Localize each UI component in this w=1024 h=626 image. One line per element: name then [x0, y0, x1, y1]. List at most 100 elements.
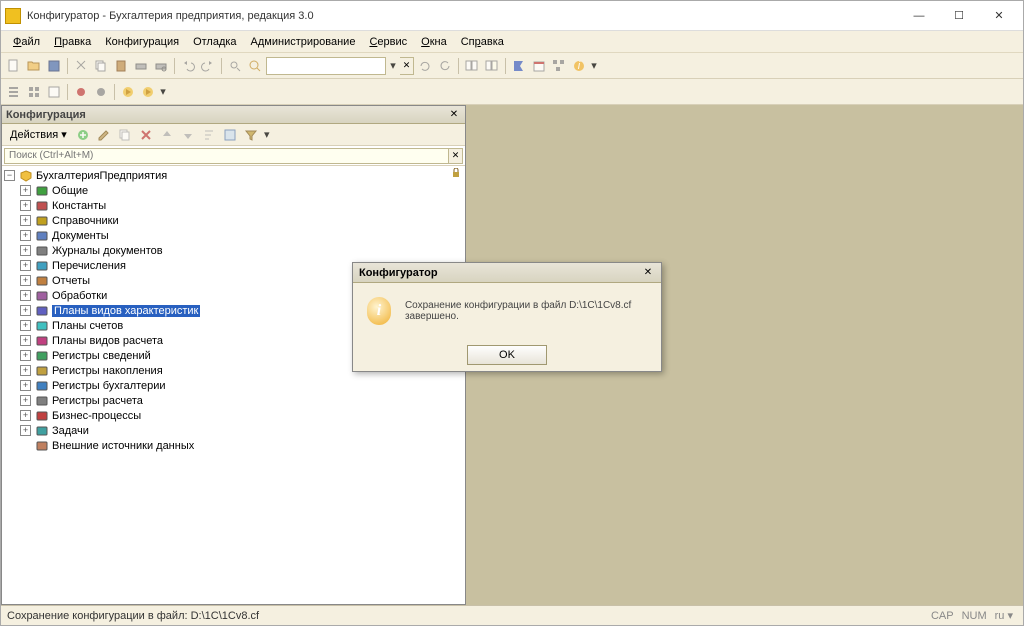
toolbar-separator — [221, 58, 222, 74]
run-icon[interactable] — [119, 83, 137, 101]
copy-icon[interactable] — [92, 57, 110, 75]
reports-icon — [35, 274, 49, 288]
properties-icon[interactable] — [221, 126, 239, 144]
find-icon[interactable] — [226, 57, 244, 75]
actions-dropdown[interactable]: Действия ▾ — [6, 127, 71, 142]
tree-search-input[interactable] — [4, 148, 449, 164]
filter-icon[interactable] — [242, 126, 260, 144]
search-clear-icon[interactable]: ✕ — [449, 148, 463, 164]
maximize-button[interactable]: ☐ — [939, 5, 979, 27]
add-icon[interactable] — [74, 126, 92, 144]
info-registers-icon — [35, 349, 49, 363]
status-lang[interactable]: ru ▾ — [991, 609, 1017, 622]
info-icon[interactable]: i — [570, 57, 588, 75]
menu-windows[interactable]: Окна — [415, 34, 453, 50]
save-icon[interactable] — [45, 57, 63, 75]
expand-icon[interactable]: + — [20, 260, 31, 271]
print-preview-icon[interactable] — [152, 57, 170, 75]
close-button[interactable]: ✕ — [979, 5, 1019, 27]
tree-item[interactable]: + Регистры расчета — [2, 393, 465, 408]
cut-icon[interactable] — [72, 57, 90, 75]
menu-edit[interactable]: Правка — [48, 34, 97, 50]
delete-icon[interactable] — [137, 126, 155, 144]
expand-icon[interactable]: + — [20, 215, 31, 226]
expand-icon[interactable]: + — [20, 230, 31, 241]
expand-icon[interactable]: + — [20, 275, 31, 286]
expand-icon[interactable]: + — [20, 365, 31, 376]
expand-icon[interactable]: + — [20, 185, 31, 196]
paste-icon[interactable] — [112, 57, 130, 75]
list-icon[interactable] — [5, 83, 23, 101]
menu-service[interactable]: Сервис — [363, 34, 413, 50]
toolbar-separator — [67, 84, 68, 100]
menu-config[interactable]: Конфигурация — [99, 34, 185, 50]
dialog-close-icon[interactable]: ✕ — [641, 266, 655, 280]
search-clear-icon[interactable]: ✕ — [400, 57, 414, 75]
new-file-icon[interactable] — [5, 57, 23, 75]
open-folder-icon[interactable] — [25, 57, 43, 75]
expand-icon[interactable]: + — [20, 425, 31, 436]
panel-toolbar: Действия ▾ ▾ — [2, 124, 465, 146]
expand-icon[interactable]: + — [20, 410, 31, 421]
expand-icon[interactable]: + — [20, 305, 31, 316]
expand-icon[interactable]: + — [20, 245, 31, 256]
filter-dropdown-icon[interactable]: ▾ — [263, 126, 271, 144]
tree-item-label: Регистры расчета — [52, 395, 143, 407]
tree-item[interactable]: +Документы — [2, 228, 465, 243]
detail-icon[interactable] — [45, 83, 63, 101]
menu-admin[interactable]: Администрирование — [245, 34, 362, 50]
collapse-icon[interactable]: − — [4, 170, 15, 181]
tree-item[interactable]: +Задачи — [2, 423, 465, 438]
refresh-icon[interactable] — [416, 57, 434, 75]
info-dropdown-icon[interactable]: ▾ — [590, 57, 598, 75]
expand-icon[interactable]: + — [20, 350, 31, 361]
expand-icon[interactable]: + — [20, 380, 31, 391]
menu-file[interactable]: Файл — [7, 34, 46, 50]
undo-icon[interactable] — [179, 57, 197, 75]
tree-item[interactable]: +Справочники — [2, 213, 465, 228]
expand-icon[interactable]: + — [20, 395, 31, 406]
tree-item[interactable]: +Журналы документов — [2, 243, 465, 258]
copy-item-icon[interactable] — [116, 126, 134, 144]
step-icon[interactable] — [92, 83, 110, 101]
lock-icon — [451, 168, 461, 181]
zoom-icon[interactable] — [246, 57, 264, 75]
search-dropdown-icon[interactable]: ▾ — [388, 57, 398, 75]
tree-item-label: Константы — [52, 200, 106, 212]
tree-item[interactable]: +Общие — [2, 183, 465, 198]
debug-icon[interactable] — [139, 83, 157, 101]
config-tree[interactable]: −БухгалтерияПредприятия+Общие+Константы+… — [2, 166, 465, 604]
debug-dropdown-icon[interactable]: ▾ — [159, 83, 167, 101]
minimize-button[interactable]: — — [899, 5, 939, 27]
calendar-icon[interactable] — [530, 57, 548, 75]
panel-close-icon[interactable]: ✕ — [447, 108, 461, 122]
tree-item[interactable]: +Бизнес-процессы — [2, 408, 465, 423]
compare-icon[interactable] — [463, 57, 481, 75]
menu-help[interactable]: Справка — [455, 34, 510, 50]
sort-icon[interactable] — [200, 126, 218, 144]
search-input[interactable] — [266, 57, 386, 75]
tree-item[interactable]: +Регистры бухгалтерии — [2, 378, 465, 393]
edit-icon[interactable] — [95, 126, 113, 144]
move-down-icon[interactable] — [179, 126, 197, 144]
expand-icon[interactable]: + — [20, 200, 31, 211]
expand-icon[interactable]: + — [20, 335, 31, 346]
menu-debug[interactable]: Отладка — [187, 34, 242, 50]
print-icon[interactable] — [132, 57, 150, 75]
syntax-check-icon[interactable] — [510, 57, 528, 75]
compare2-icon[interactable] — [483, 57, 501, 75]
redo-icon[interactable] — [199, 57, 217, 75]
breakpoint-icon[interactable] — [72, 83, 90, 101]
expand-icon[interactable]: + — [20, 290, 31, 301]
move-up-icon[interactable] — [158, 126, 176, 144]
grid-icon[interactable] — [25, 83, 43, 101]
tree-root[interactable]: −БухгалтерияПредприятия — [2, 168, 465, 183]
tree-item[interactable]: Внешние источники данных — [2, 438, 465, 453]
refresh2-icon[interactable] — [436, 57, 454, 75]
dialog-buttons: OK — [353, 339, 661, 371]
dialog-header[interactable]: Конфигуратор ✕ — [353, 263, 661, 283]
ok-button[interactable]: OK — [467, 345, 547, 365]
expand-icon[interactable]: + — [20, 320, 31, 331]
tree-item[interactable]: + Константы — [2, 198, 465, 213]
tree-view-icon[interactable] — [550, 57, 568, 75]
